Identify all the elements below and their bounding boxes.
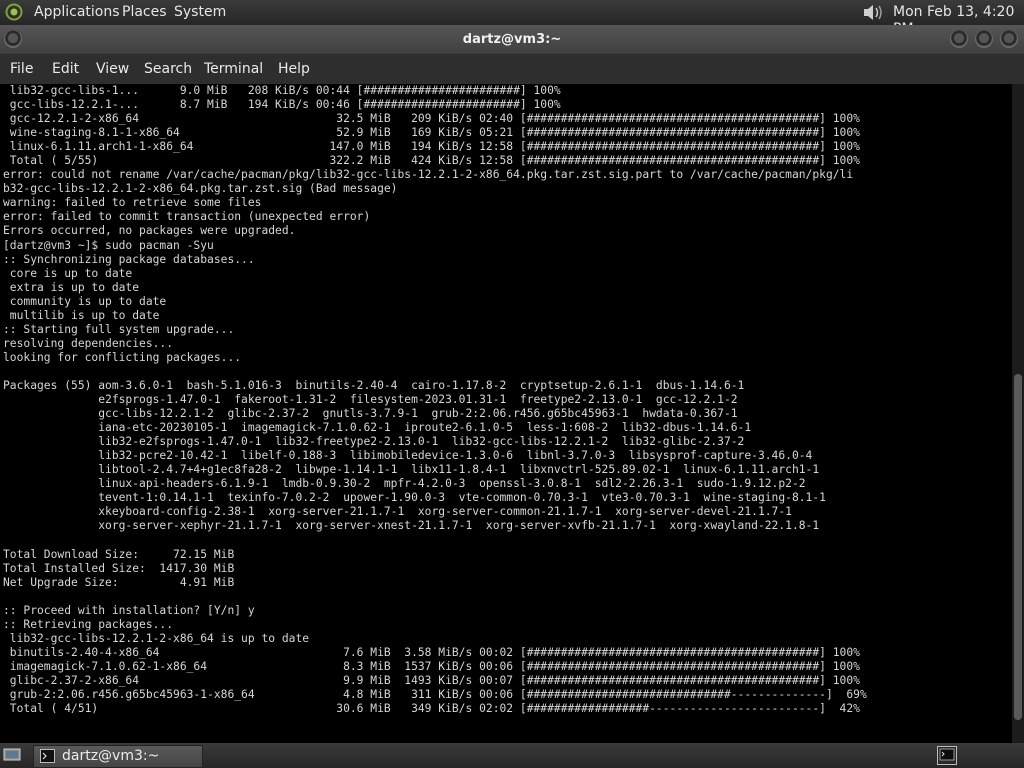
terminal-line: wine-staging-8.1-1-x86_64 52.9 MiB 169 K…	[3, 126, 860, 140]
terminal-line: tevent-1:0.14.1-1 texinfo-7.0.2-2 upower…	[3, 491, 826, 505]
terminal-line: warning: failed to retrieve some files	[3, 196, 262, 210]
terminal-icon	[40, 749, 55, 763]
terminal-line: lib32-gcc-libs-1... 9.0 MiB 208 KiB/s 00…	[3, 84, 561, 97]
maximize-button[interactable]	[975, 30, 993, 48]
show-desktop-icon[interactable]	[3, 747, 21, 763]
menu-view[interactable]: View	[96, 61, 129, 78]
terminal-line: [dartz@vm3 ~]$ sudo pacman -Syu	[3, 238, 214, 252]
terminal-view[interactable]: lib32-gcc-libs-1... 9.0 MiB 208 KiB/s 00…	[0, 84, 1012, 743]
menu-file[interactable]: File	[10, 61, 33, 78]
terminal-line: Total ( 5/55) 322.2 MiB 424 KiB/s 12:58 …	[3, 154, 860, 168]
terminal-line: error: could not rename /var/cache/pacma…	[3, 168, 854, 182]
system-menu[interactable]: System	[174, 4, 226, 21]
minimize-button[interactable]	[950, 30, 968, 48]
close-button[interactable]	[1000, 30, 1018, 48]
terminal-line: libtool-2.4.7+4+g1ec8fa28-2 libwpe-1.14.…	[3, 463, 820, 477]
terminal-line: linux-api-headers-6.1.9-1 lmdb-0.9.30-2 …	[3, 477, 806, 491]
terminal-line: Errors occurred, no packages were upgrad…	[3, 224, 296, 238]
terminal-line: grub-2:2.06.r456.g65bc45963-1-x86_64 4.8…	[3, 688, 867, 702]
applications-menu[interactable]: Applications	[34, 4, 120, 21]
terminal-line: multilib is up to date	[3, 308, 160, 322]
terminal-line: looking for conflicting packages...	[3, 350, 242, 364]
terminal-line: core is up to date	[3, 266, 133, 280]
menu-edit[interactable]: Edit	[52, 61, 79, 78]
terminal-line: Total Installed Size: 1417.30 MiB	[3, 561, 235, 575]
terminal-line: :: Synchronizing package databases...	[3, 252, 255, 266]
terminal-line: binutils-2.40-4-x86_64 7.6 MiB 3.58 MiB/…	[3, 645, 860, 659]
terminal-line: Total ( 4/51) 30.6 MiB 349 KiB/s 02:02 […	[3, 702, 860, 716]
terminal-line: gcc-libs-12.2.1-2 glibc-2.37-2 gnutls-3.…	[3, 407, 738, 421]
gnome-foot-icon[interactable]	[4, 3, 24, 21]
terminal-line: xorg-server-xephyr-21.1.7-1 xorg-server-…	[3, 519, 820, 533]
menubar: File Edit View Search Terminal Help	[0, 55, 1024, 84]
terminal-line: community is up to date	[3, 294, 167, 308]
terminal-line: resolving dependencies...	[3, 336, 174, 350]
top-panel: Applications Places System Mon Feb 13, 4…	[0, 0, 1024, 37]
taskbar-window-label: dartz@vm3:~	[62, 748, 160, 764]
terminal-line: b32-gcc-libs-12.2.1-2-x86_64.pkg.tar.zst…	[3, 182, 398, 196]
terminal-line: e2fsprogs-1.47.0-1 fakeroot-1.31-2 files…	[3, 393, 738, 407]
terminal-line: lib32-gcc-libs-12.2.1-2-x86_64 is up to …	[3, 631, 310, 645]
scrollbar-thumb[interactable]	[1014, 374, 1022, 720]
taskbar-window-button[interactable]: dartz@vm3:~	[33, 745, 203, 768]
window-titlebar[interactable]: dartz@vm3:~	[0, 25, 1024, 55]
terminal-line: linux-6.1.11.arch1-1-x86_64 147.0 MiB 19…	[3, 140, 860, 154]
terminal-line: :: Retrieving packages...	[3, 617, 174, 631]
window-title: dartz@vm3:~	[462, 32, 562, 47]
terminal-line: gcc-12.2.1-2-x86_64 32.5 MiB 209 KiB/s 0…	[3, 112, 860, 126]
places-menu[interactable]: Places	[122, 4, 167, 21]
terminal-line: extra is up to date	[3, 280, 140, 294]
terminal-line: gcc-libs-12.2.1-... 8.7 MiB 194 KiB/s 00…	[3, 98, 561, 112]
terminal-line: imagemagick-7.1.0.62-1-x86_64 8.3 MiB 15…	[3, 659, 860, 673]
terminal-line: Packages (55) aom-3.6.0-1 bash-5.1.016-3…	[3, 378, 745, 392]
terminal-line: iana-etc-20230105-1 imagemagick-7.1.0.62…	[3, 421, 752, 435]
terminal-scrollbar[interactable]	[1012, 84, 1024, 743]
menu-search[interactable]: Search	[144, 61, 192, 78]
menu-terminal[interactable]: Terminal	[204, 61, 263, 78]
volume-icon[interactable]	[860, 2, 886, 23]
terminal-line: :: Proceed with installation? [Y/n] y	[3, 603, 255, 617]
terminal-line: glibc-2.37-2-x86_64 9.9 MiB 1493 KiB/s 0…	[3, 673, 860, 687]
terminal-line: lib32-e2fsprogs-1.47.0-1 lib32-freetype2…	[3, 435, 745, 449]
bottom-panel: dartz@vm3:~	[0, 743, 1024, 768]
terminal-output: lib32-gcc-libs-1... 9.0 MiB 208 KiB/s 00…	[3, 84, 867, 716]
terminal-line: Net Upgrade Size: 4.91 MiB	[3, 575, 235, 589]
terminal-line: error: failed to commit transaction (une…	[3, 210, 371, 224]
workspace-switcher-icon[interactable]	[937, 746, 957, 765]
menu-help[interactable]: Help	[278, 61, 310, 78]
terminal-line: lib32-pcre2-10.42-1 libelf-0.188-3 libim…	[3, 449, 813, 463]
terminal-line: :: Starting full system upgrade...	[3, 322, 235, 336]
terminal-line: Total Download Size: 72.15 MiB	[3, 547, 235, 561]
terminal-line: xkeyboard-config-2.38-1 xorg-server-21.1…	[3, 505, 792, 519]
